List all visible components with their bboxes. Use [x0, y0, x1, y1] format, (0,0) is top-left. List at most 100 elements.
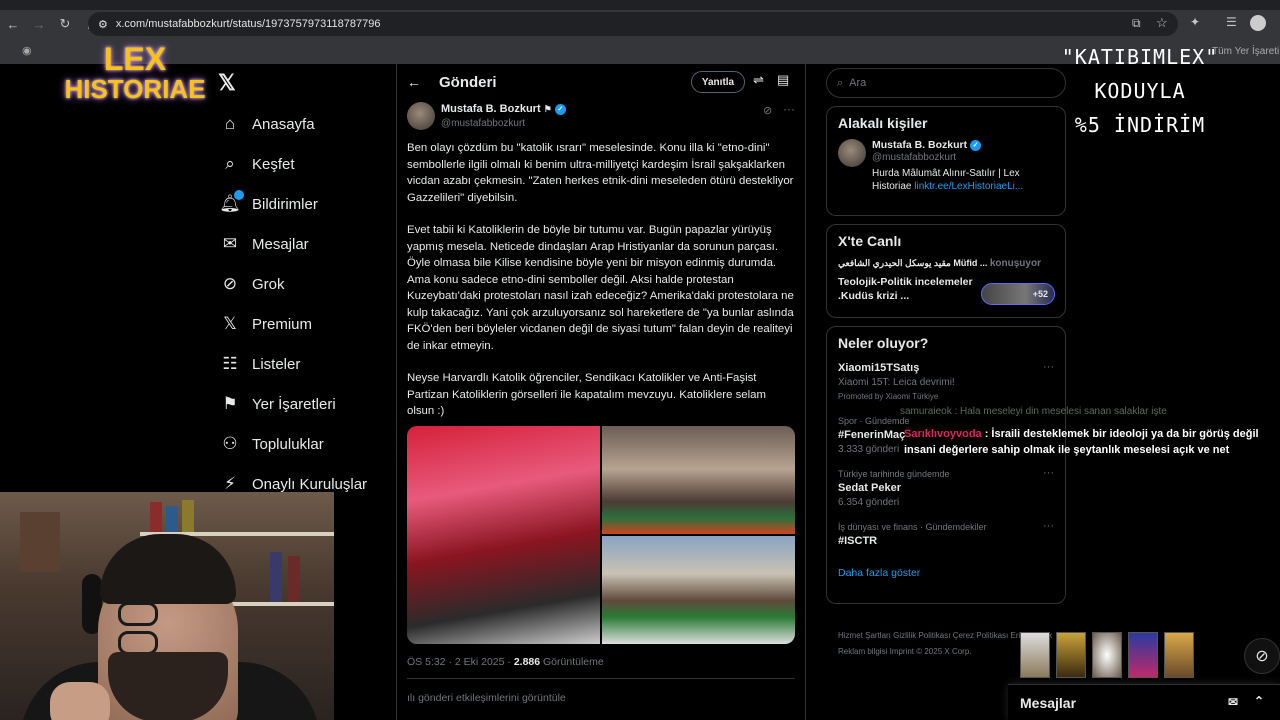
grok-floating-button[interactable]: ⊘	[1244, 638, 1280, 674]
author-name[interactable]: Mustafa B. Bozkurt	[441, 103, 541, 115]
search-icon: ⌕	[837, 76, 844, 89]
x-logo-icon[interactable]: 𝕏	[218, 70, 236, 96]
more-icon[interactable]: ···	[1043, 361, 1054, 373]
promo-overlay: "KATIBIMLEX" KODUYLA %5 İNDİRİM	[1040, 40, 1240, 142]
media-photo[interactable]	[602, 426, 795, 534]
trend-name: #ISCTR	[838, 535, 878, 547]
back-arrow-icon[interactable]: ←	[407, 74, 421, 90]
sidebar-item-explore[interactable]: ⌕ Keşfet	[218, 144, 388, 184]
avatar[interactable]	[838, 139, 866, 167]
trends-card: Neler oluyor? Xiaomi15TSatış Xiaomi 15T:…	[826, 326, 1066, 604]
sidebar-item-lists[interactable]: ☷ Listeler	[218, 344, 388, 384]
sidebar-item-communities[interactable]: ⚇ Topluluklar	[218, 424, 388, 464]
live-status: konuşuyor	[989, 258, 1041, 269]
engagement-row[interactable]: ılı gönderi etkileşimlerini görüntüle	[407, 692, 566, 704]
search-icon: ⌕	[225, 154, 235, 173]
post-time[interactable]: ÖS 5:32 · 2 Eki 2025 ·	[407, 656, 514, 668]
trend-item[interactable]: İş dünyası ve finans · Gündemdekiler #IS…	[838, 520, 1054, 549]
filter-icon[interactable]: ⇌	[753, 72, 764, 88]
related-name[interactable]: Mustafa B. Bozkurt	[872, 139, 967, 151]
site-info-icon[interactable]: ⚙	[98, 18, 108, 31]
book-cover	[1164, 632, 1194, 678]
sidebar-item-label: Premium	[252, 315, 313, 333]
chat-message: Sarıklıvoyvoda : İsraili desteklemek bir…	[904, 426, 1276, 458]
reload-icon[interactable]: ↻	[52, 11, 78, 37]
sidebar-nav: ⌂ Anasayfa ⌕ Keşfet 🔔︎ Bildirimler ✉ Mesajla…	[218, 104, 388, 504]
live-count[interactable]: +52	[981, 283, 1055, 305]
sidebar-item-messages[interactable]: ✉ Mesajlar	[218, 224, 388, 264]
more-icon[interactable]: ···	[783, 102, 795, 116]
sidebar-item-label: Keşfet	[252, 155, 295, 173]
trend-sub: Xiaomi 15T: Leica devrimi!	[838, 377, 955, 388]
sidebar-item-premium[interactable]: 𝕏 Premium	[218, 304, 388, 344]
x-icon: 𝕏	[223, 314, 237, 333]
live-card[interactable]: X'te Canlı مقيد يوسكل الحيدري الشافعي Mü…	[826, 224, 1066, 318]
right-column: ⌕ Ara Alakalı kişiler Mustafa B. Bozkurt…	[826, 64, 1066, 604]
sidebar-item-home[interactable]: ⌂ Anasayfa	[218, 104, 388, 144]
profile-avatar[interactable]	[1250, 15, 1266, 31]
card-title: X'te Canlı	[838, 233, 902, 249]
book-covers	[1020, 632, 1194, 678]
related-person[interactable]: Mustafa B. Bozkurt ✓ @mustafabbozkurt Hu…	[838, 139, 1054, 193]
verified-icon: ✓	[554, 103, 566, 115]
flag-icon: ⚑	[543, 104, 552, 114]
sidebar-item-label: Grok	[252, 275, 285, 293]
related-link[interactable]: linktr.ee/LexHistoriaeLi...	[914, 181, 1023, 192]
trend-item[interactable]: Türkiye tarihinde gündemde Sedat Peker 6…	[838, 467, 1054, 510]
verified-icon: ✓	[970, 139, 982, 151]
home-icon: ⌂	[224, 114, 236, 133]
avatar[interactable]	[407, 102, 435, 130]
mail-icon: ✉	[222, 234, 238, 253]
url-field[interactable]: ⚙ x.com/mustafabbozkurt/status/197375797…	[88, 12, 1178, 36]
logo-line: HISTORIAE	[64, 74, 206, 104]
post-author[interactable]: Mustafa B. Bozkurt ⚑ ✓ @mustafabbozkurt	[407, 102, 566, 131]
back-icon[interactable]: ←	[0, 11, 26, 37]
list-icon: ☷	[222, 354, 238, 373]
reply-button[interactable]: Yanıtla	[691, 71, 745, 93]
grok-explain-icon[interactable]: ⊘	[763, 104, 772, 117]
more-icon[interactable]: ···	[1043, 467, 1054, 479]
address-bar-row: ← → ↻ ⌂ ⚙ x.com/mustafabbozkurt/status/1…	[0, 10, 1280, 38]
sidebar-item-label: Yer İşaretleri	[252, 395, 336, 413]
menu-icon[interactable]: ☰	[1226, 15, 1237, 29]
logo-line: LEX	[103, 41, 167, 77]
sidebar-item-grok[interactable]: ⊘ Grok	[218, 264, 388, 304]
messages-drawer[interactable]: Mesajlar ✉ ⌃	[1008, 684, 1280, 720]
install-icon[interactable]: ⧉	[1132, 16, 1141, 31]
promo-line: "KATIBIMLEX" KODUYLA	[1061, 45, 1219, 103]
search-placeholder: Ara	[849, 77, 867, 89]
sidebar-item-label: Topluluklar	[252, 435, 324, 453]
book-cover	[1128, 632, 1158, 678]
media-photo[interactable]	[407, 426, 600, 644]
reader-icon[interactable]: ▤	[777, 72, 789, 88]
tab-strip	[0, 0, 1280, 10]
extensions-icon[interactable]: ✦	[1190, 15, 1200, 29]
collapse-icon[interactable]: ⌃	[1254, 694, 1264, 708]
sidebar-item-label: Anasayfa	[252, 115, 315, 133]
trend-context: Türkiye tarihinde gündemde	[838, 469, 950, 479]
post-media-grid[interactable]	[407, 426, 795, 644]
views-label: Görüntüleme	[540, 656, 604, 668]
card-title: Neler oluyor?	[838, 335, 929, 351]
promoted-label: Promoted by Xiaomi Türkiye	[838, 392, 939, 401]
more-icon[interactable]: ···	[1043, 520, 1054, 532]
apps-icon[interactable]: ◉	[22, 44, 32, 57]
sidebar-item-label: Bildirimler	[252, 195, 318, 213]
grok-icon: ⊘	[222, 274, 238, 293]
webcam-overlay	[0, 492, 334, 720]
media-photo[interactable]	[602, 536, 795, 644]
star-icon[interactable]: ☆	[1156, 15, 1168, 31]
search-input[interactable]: ⌕ Ara	[826, 68, 1066, 98]
live-host: مقيد يوسكل الحيدري الشافعي Müfid ...	[838, 258, 988, 268]
sidebar-item-bookmarks[interactable]: ⚑ Yer İşaretleri	[218, 384, 388, 424]
forward-icon[interactable]: →	[26, 11, 52, 37]
engagement-link[interactable]: gönderi etkileşimlerini görüntüle	[418, 692, 566, 704]
book-cover	[1020, 632, 1050, 678]
show-more-link[interactable]: Daha fazla göster	[838, 567, 1054, 579]
sidebar-item-notifications[interactable]: 🔔︎ Bildirimler	[218, 184, 388, 224]
bell-icon: 🔔︎	[218, 190, 244, 216]
new-message-icon[interactable]: ✉	[1228, 695, 1238, 709]
trend-item[interactable]: Xiaomi15TSatış Xiaomi 15T: Leica devrimi…	[838, 361, 1054, 404]
author-handle[interactable]: @mustafabbozkurt	[441, 118, 525, 129]
divider	[407, 678, 795, 679]
